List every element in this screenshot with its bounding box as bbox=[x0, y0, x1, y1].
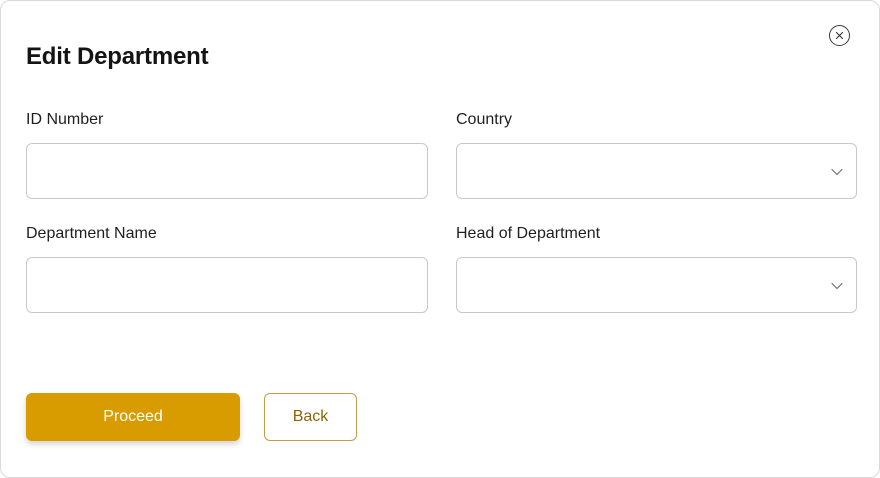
proceed-button[interactable]: Proceed bbox=[26, 393, 240, 441]
dialog-title: Edit Department bbox=[26, 43, 209, 70]
edit-department-dialog: Edit Department ID Number Country Depart… bbox=[0, 0, 880, 478]
chevron-down-icon bbox=[831, 168, 843, 176]
close-button[interactable] bbox=[829, 25, 850, 46]
country-label: Country bbox=[456, 111, 513, 128]
head-of-department-select[interactable] bbox=[456, 257, 857, 313]
head-of-department-label: Head of Department bbox=[456, 225, 601, 242]
id-number-label: ID Number bbox=[26, 111, 104, 128]
country-select[interactable] bbox=[456, 143, 857, 199]
close-icon bbox=[835, 31, 844, 40]
id-number-input[interactable] bbox=[26, 143, 428, 199]
chevron-down-icon bbox=[831, 282, 843, 290]
department-name-label: Department Name bbox=[26, 225, 157, 242]
back-button[interactable]: Back bbox=[264, 393, 357, 441]
department-name-input[interactable] bbox=[26, 257, 428, 313]
